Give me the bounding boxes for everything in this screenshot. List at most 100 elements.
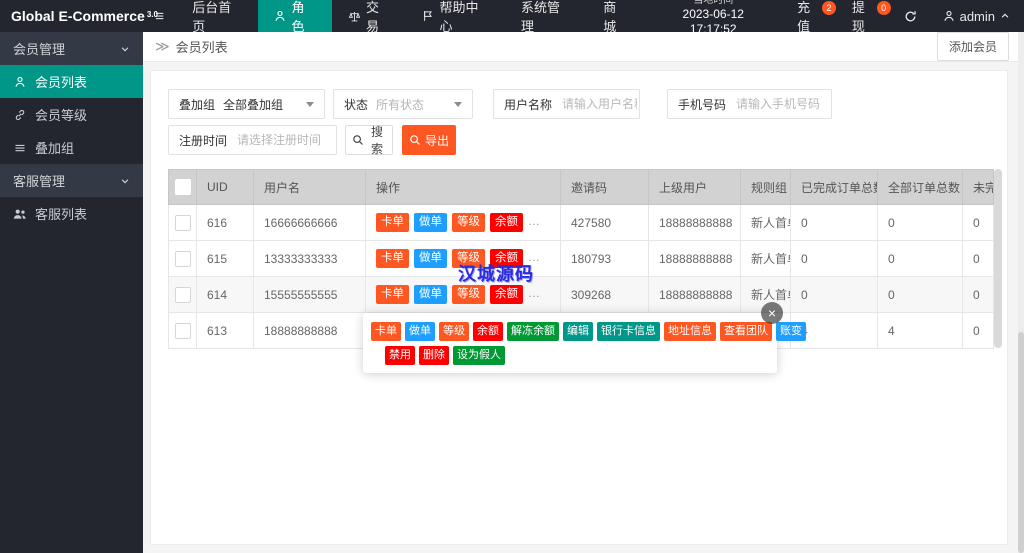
- search-button-label: 搜索: [370, 125, 383, 156]
- popup-actions-row-2: 禁用 删除 设为假人: [385, 346, 769, 365]
- regtime-input[interactable]: [235, 132, 336, 148]
- action-button-卡单[interactable]: 卡单: [376, 249, 409, 268]
- user-name: admin: [959, 8, 996, 24]
- cell-uid: 616: [196, 204, 254, 241]
- people-icon: [13, 208, 27, 220]
- action-button-查看团队[interactable]: 查看团队: [720, 322, 772, 341]
- user-menu[interactable]: admin: [929, 0, 1024, 32]
- row-checkbox[interactable]: [174, 322, 191, 339]
- action-button-等级[interactable]: 等级: [452, 249, 485, 268]
- action-button-余额[interactable]: 余额: [473, 322, 503, 341]
- action-button-账变[interactable]: 账变: [776, 322, 806, 341]
- topnav-item-帮助中心[interactable]: 帮助中心: [406, 0, 505, 34]
- app-logo: Global E-Commerce 3.0: [0, 0, 158, 32]
- recharge-badge: 2: [821, 1, 836, 15]
- cell-total_orders: 0: [877, 276, 963, 313]
- sidebar-item-叠加组[interactable]: 叠加组: [0, 131, 143, 164]
- regtime-field-group: 注册时间: [168, 125, 337, 155]
- row-checkbox[interactable]: [174, 286, 191, 303]
- action-button-等级[interactable]: 等级: [452, 213, 485, 232]
- sidebar-item-客服列表[interactable]: 客服列表: [0, 197, 143, 230]
- more-actions-button[interactable]: …: [528, 250, 541, 264]
- cell-uncompleted_orders: 0: [962, 312, 994, 349]
- action-button-卡单[interactable]: 卡单: [376, 213, 409, 232]
- action-button-禁用[interactable]: 禁用: [385, 346, 415, 365]
- username-label: 用户名称: [504, 97, 553, 112]
- action-button-余额[interactable]: 余额: [490, 249, 523, 268]
- select-all-checkbox[interactable]: [174, 179, 191, 195]
- cell-total_orders: 0: [877, 204, 963, 241]
- stack-group-label: 叠加组: [179, 97, 216, 112]
- action-button-卡单[interactable]: 卡单: [376, 285, 409, 304]
- content-card: 叠加组 全部叠加组 状态 所有状态 用户名称 手机号码: [150, 70, 1008, 545]
- row-checkbox[interactable]: [174, 250, 191, 267]
- table-row: 615 13333333333 卡单 做单 等级 余额 … 180793 18888888888…: [168, 240, 994, 277]
- topnav-label: 角色: [291, 0, 305, 34]
- table-scrollbar[interactable]: [994, 169, 1002, 348]
- sidebar-group-会员管理[interactable]: 会员管理: [0, 32, 143, 65]
- topnav-item-商城[interactable]: 商城: [587, 0, 644, 34]
- action-button-做单[interactable]: 做单: [414, 213, 447, 232]
- action-button-做单[interactable]: 做单: [405, 322, 435, 341]
- cell-invite_code: 180793: [560, 240, 649, 277]
- cell-parent_user: 18888888888: [648, 276, 741, 313]
- more-actions-button[interactable]: …: [528, 286, 541, 300]
- status-select[interactable]: 状态 所有状态: [333, 89, 473, 119]
- sidebar-item-会员列表[interactable]: 会员列表: [0, 65, 143, 98]
- action-button-等级[interactable]: 等级: [439, 322, 469, 341]
- cell-parent_user: 18888888888: [648, 240, 741, 277]
- column-header-操作: 操作: [365, 169, 561, 205]
- action-button-卡单[interactable]: 卡单: [371, 322, 401, 341]
- cell-invite_code: 427580: [560, 204, 649, 241]
- sidebar-item-会员等级[interactable]: 会员等级: [0, 98, 143, 131]
- withdraw-button[interactable]: 提现 0: [837, 0, 892, 34]
- topnav-item-后台首页[interactable]: 后台首页: [176, 0, 258, 34]
- sidebar-group-客服管理[interactable]: 客服管理: [0, 164, 143, 197]
- popup-close-button[interactable]: ×: [761, 302, 783, 324]
- cell-total_orders: 4: [877, 312, 963, 349]
- row-checkbox[interactable]: [174, 214, 191, 231]
- action-button-地址信息[interactable]: 地址信息: [664, 322, 716, 341]
- filter-row-2: 注册时间 搜索 导出: [168, 125, 1007, 156]
- local-time: 当地时间 2023-06-12 17:17:52: [644, 0, 782, 36]
- filter-row-1: 叠加组 全部叠加组 状态 所有状态 用户名称 手机号码: [168, 89, 1007, 119]
- action-button-删除[interactable]: 删除: [419, 346, 449, 365]
- column-header-邀请码: 邀请码: [560, 169, 649, 205]
- action-button-解冻余额[interactable]: 解冻余额: [507, 322, 559, 341]
- action-button-编辑[interactable]: 编辑: [563, 322, 593, 341]
- action-button-余额[interactable]: 余额: [490, 285, 523, 304]
- action-button-银行卡信息[interactable]: 银行卡信息: [597, 322, 660, 341]
- link-icon: [13, 109, 27, 121]
- sidebar-group-label: 客服管理: [13, 174, 66, 189]
- recharge-label: 充值: [797, 0, 811, 34]
- cell-username: 15555555555: [253, 276, 366, 313]
- refresh-icon[interactable]: [892, 0, 929, 32]
- chevron-down-icon: [120, 176, 130, 186]
- window-scrollbar[interactable]: [1018, 32, 1024, 553]
- column-header-用户名: 用户名: [253, 169, 366, 205]
- window-scrollbar-thumb[interactable]: [1018, 332, 1024, 553]
- phone-input[interactable]: [734, 96, 831, 112]
- user-icon: [943, 10, 955, 22]
- action-button-设为假人[interactable]: 设为假人: [453, 346, 505, 365]
- stack-group-select[interactable]: 叠加组 全部叠加组: [168, 89, 325, 119]
- cell-parent_user: 18888888888: [648, 204, 741, 241]
- topnav-item-系统管理[interactable]: 系统管理: [505, 0, 587, 34]
- sidebar: 会员管理 会员列表 会员等级 叠加组客服管理客服列表: [0, 32, 143, 553]
- username-input[interactable]: [560, 96, 639, 112]
- action-button-做单[interactable]: 做单: [414, 285, 447, 304]
- action-button-余额[interactable]: 余额: [490, 213, 523, 232]
- action-button-等级[interactable]: 等级: [452, 285, 485, 304]
- topbar: Global E-Commerce 3.0 ≡ 后台首页 角色 交易 帮助中心 系统管理…: [0, 0, 1024, 36]
- more-actions-button[interactable]: …: [528, 214, 541, 228]
- export-button[interactable]: 导出: [402, 125, 456, 155]
- stack-group-value: 全部叠加组: [223, 97, 284, 112]
- search-button[interactable]: 搜索: [345, 125, 393, 156]
- column-header-上级用户: 上级用户: [648, 169, 741, 205]
- topnav-item-交易[interactable]: 交易: [332, 0, 406, 34]
- add-member-button[interactable]: 添加会员: [936, 32, 1009, 61]
- topnav-item-角色[interactable]: 角色: [258, 0, 332, 34]
- recharge-button[interactable]: 充值 2: [782, 0, 837, 34]
- action-button-做单[interactable]: 做单: [414, 249, 447, 268]
- refresh-icon: [904, 10, 917, 23]
